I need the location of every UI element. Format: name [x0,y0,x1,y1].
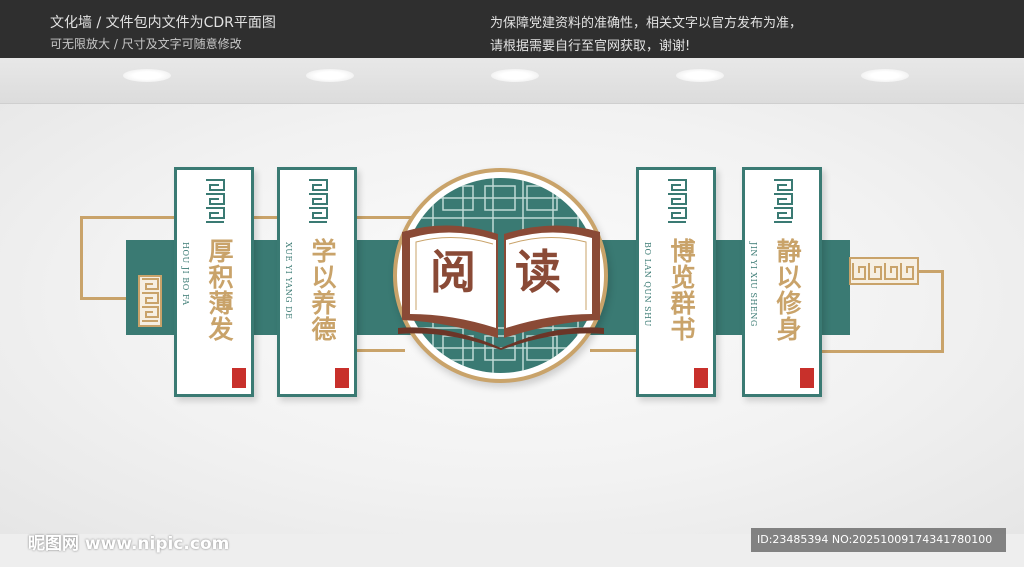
fret-pattern-icon [309,179,328,223]
fret-ornament-left [138,275,162,327]
header-line2-left: 可无限放大 / 尺寸及文字可随意修改 [50,37,242,51]
header-line1-left: 文化墙 / 文件包内文件为CDR平面图 [50,15,276,31]
book-char-left: 阅 [430,245,476,299]
red-seal-stamp [232,368,246,388]
fret-ornament-right [849,257,919,285]
ceiling-lamp [123,69,171,82]
fret-pattern-icon [852,263,914,280]
panel-pinyin: BO LAN QUN SHU [643,242,652,327]
fret-pattern-icon [774,179,793,223]
site-watermark: 昵图网 www.nipic.com [28,534,230,554]
top-info-bar: 文化墙 / 文件包内文件为CDR平面图 可无限放大 / 尺寸及文字可随意修改 为… [0,0,1024,58]
panel-pinyin: JIN YI XIU SHENG [749,242,758,327]
panel-xueyi: 学以养德 XUE YI YANG DE [277,167,357,397]
fret-pattern-icon [142,278,159,322]
panel-bolan: 博览群书 BO LAN QUN SHU [636,167,716,397]
ceiling-lamp [491,69,539,82]
fret-pattern-icon [206,179,225,223]
panel-houji: 厚积薄发 HOU JI BO FA [174,167,254,397]
panel-title: 博览群书 [667,238,696,342]
fret-pattern-icon [668,179,687,223]
image-id-watermark: ID:23485394 NO:20251009174341780100 [751,528,1006,552]
book-char-right: 读 [515,245,561,299]
red-seal-stamp [694,368,708,388]
panel-pinyin: XUE YI YANG DE [284,242,293,320]
header-line2-right: 请根据需要自行至官网获取，谢谢! [490,39,691,54]
ceiling-lamp [306,69,354,82]
red-seal-stamp [335,368,349,388]
panel-jingyi: 静以修身 JIN YI XIU SHENG [742,167,822,397]
gold-line-segment [350,349,405,352]
panel-title: 静以修身 [773,238,802,342]
ceiling-lamp [676,69,724,82]
header-line1-right: 为保障党建资料的准确性，相关文字以官方发布为准， [490,16,803,31]
panel-title: 学以养德 [308,238,337,342]
panel-title: 厚积薄发 [205,238,234,342]
red-seal-stamp [800,368,814,388]
panel-pinyin: HOU JI BO FA [181,242,190,306]
ceiling-lamp [861,69,909,82]
open-book-icon [398,225,604,350]
